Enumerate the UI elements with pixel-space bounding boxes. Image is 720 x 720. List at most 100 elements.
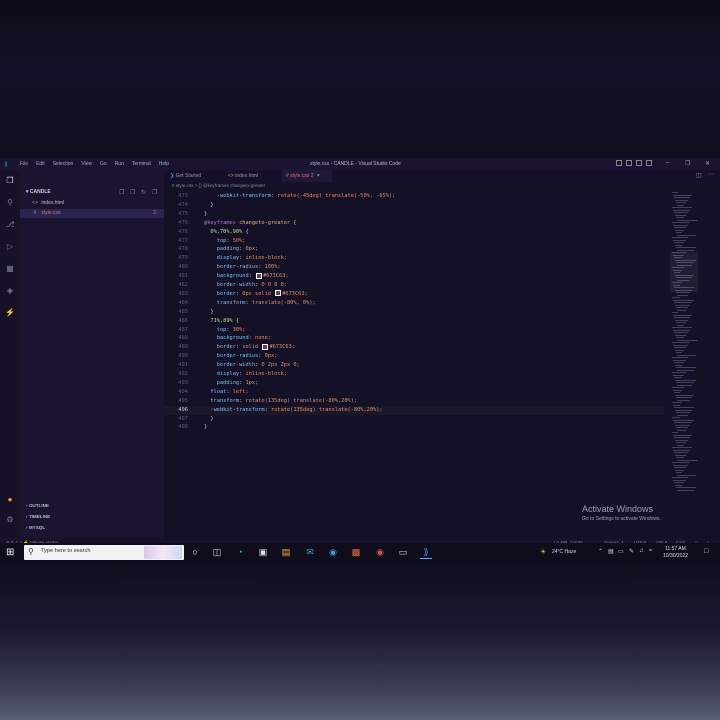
minimap-line [673,359,686,361]
edge-browser-icon[interactable]: ◔ [234,547,246,558]
minimap-line [675,379,696,381]
menu-run[interactable]: Run [115,161,124,167]
menu-file[interactable]: File [20,161,28,167]
minimap-line [673,434,692,436]
menu-go[interactable]: Go [100,161,107,167]
minimap-line [676,307,688,308]
minimap-line [675,304,690,306]
accounts-icon[interactable]: ● [5,495,15,505]
line-number: 498 [178,424,188,431]
wifi-icon[interactable]: ≈ [649,548,652,554]
vscode-taskbar-icon[interactable]: ⟫ [420,547,432,559]
line-number: 484 [178,299,188,306]
notification-center-icon[interactable]: □ [704,548,708,555]
minimap-line [672,342,690,343]
task-view-icon[interactable]: ◫ [211,547,223,558]
volume-icon[interactable]: ♫ [639,548,644,554]
minimap-line [674,332,688,333]
restore-icon[interactable]: ❐ [685,160,690,167]
minimap-line [674,482,684,483]
breadcrumb[interactable]: # style.css > {} @keyframes changeto-gre… [172,183,265,188]
minimap-line [676,472,682,473]
menu-help[interactable]: Help [159,161,169,167]
store-icon[interactable]: ▣ [257,547,269,558]
explorer-icon[interactable]: ❐ [5,176,15,186]
database-icon[interactable]: ◈ [5,286,15,296]
tab-index-html[interactable]: <> index.html [224,170,280,182]
section-mysql[interactable]: › MYSQL [26,525,45,530]
line-number: 494 [178,388,188,395]
menu-view[interactable]: View [81,161,92,167]
code-text: 71%,89% { [204,317,240,324]
settings-gear-icon[interactable]: ⚙ [5,515,15,525]
windows-taskbar: ⊞ ⚲ Type here to search ○ ◫ ◔ ▣ ▤ ✉ ◉ ▩ … [0,543,720,562]
show-hidden-icons-icon[interactable]: ⌃ [598,548,603,555]
minimize-icon[interactable]: – [666,160,669,166]
minimap-viewport[interactable] [670,252,698,292]
new-file-icon[interactable]: ❐ [119,189,125,196]
clock-date[interactable]: 10/30/2022 [663,553,688,559]
section-label: TIMELINE [28,514,51,519]
taskbar-search[interactable]: ⚲ Type here to search [24,545,184,560]
close-window-icon[interactable]: ✕ [705,160,710,167]
minimap-line [677,339,698,341]
refresh-icon[interactable]: ↻ [141,189,147,196]
code-editor[interactable]: 473 -webkit-transform: rotate(-45deg) tr… [164,192,664,532]
menu-selection[interactable]: Selection [53,161,74,167]
terminal-icon[interactable]: ▭ [397,547,409,558]
section-timeline[interactable]: › TIMELINE [26,514,50,519]
network-icon[interactable]: ▤ [608,548,614,555]
photos-icon[interactable]: ◉ [327,547,339,558]
tab-get-started[interactable]: ❯ Get Started [166,170,222,182]
battery-icon[interactable]: ▭ [618,548,624,555]
file-explorer-icon[interactable]: ▤ [280,547,292,558]
search-icon[interactable]: ⚲ [5,198,15,208]
more-actions-icon[interactable]: ⋯ [708,171,714,178]
windows-start-icon[interactable]: ⊞ [6,547,17,558]
split-editor-icon[interactable]: ◫ [696,172,702,179]
code-line[interactable]: 496 -webkit-transform: rotate(135deg) tr… [164,406,664,415]
minimap-line [677,444,684,446]
minimap-line [672,207,692,208]
cortana-icon[interactable]: ○ [189,547,201,558]
toggle-secondary-sidebar-icon[interactable] [636,160,642,166]
close-tab-icon[interactable]: × [317,173,320,179]
minimap-line [674,467,686,468]
tab-style-css[interactable]: # style.css 2 × [282,170,332,182]
pen-icon[interactable]: ✎ [629,548,634,555]
file-index-html[interactable]: <> index.html [20,199,164,208]
menu-edit[interactable]: Edit [36,161,45,167]
folder-candle[interactable]: ▾ CANDLE [26,189,51,195]
toggle-primary-sidebar-icon[interactable] [616,160,622,166]
customize-layout-icon[interactable] [646,160,652,166]
minimap-line [674,197,690,198]
line-number: 488 [178,335,188,342]
menu-terminal[interactable]: Terminal [132,161,151,167]
section-outline[interactable]: › OUTLINE [26,503,49,508]
minimap[interactable] [670,192,698,492]
welcome-icon: ❯ [170,173,175,179]
file-style-css[interactable]: # style.css 2 [20,209,164,218]
chrome-icon[interactable]: ◉ [374,547,386,558]
collapse-all-icon[interactable]: ❐ [152,189,158,196]
window-title: style.css - CANDLE - Visual Studio Code [310,161,401,167]
code-text: background: none; [216,335,271,342]
toggle-panel-icon[interactable] [626,160,632,166]
minimap-line [677,459,698,461]
extensions-icon[interactable]: ▦ [5,264,15,274]
new-folder-icon[interactable]: ❐ [130,189,136,196]
activity-bar: ❐ ⚲ ⎇ ▷ ▦ ◈ ⚡ ● ⚙ [0,170,20,538]
minimap-line [673,314,692,316]
minimap-line [674,347,686,348]
editor-scrollbar[interactable] [712,192,718,522]
clock-time[interactable]: 11:57 AM [665,546,686,552]
weather-icon[interactable]: ☀ [540,548,546,556]
line-number: 495 [178,397,188,404]
run-debug-icon[interactable]: ▷ [5,242,15,252]
weather-text[interactable]: 24°C Haze [552,549,576,555]
xampp-icon[interactable]: ▩ [350,547,362,558]
mail-icon[interactable]: ✉ [304,547,316,558]
minimap-line [672,297,680,298]
remote-icon[interactable]: ⚡ [5,308,15,318]
source-control-icon[interactable]: ⎇ [5,220,15,230]
